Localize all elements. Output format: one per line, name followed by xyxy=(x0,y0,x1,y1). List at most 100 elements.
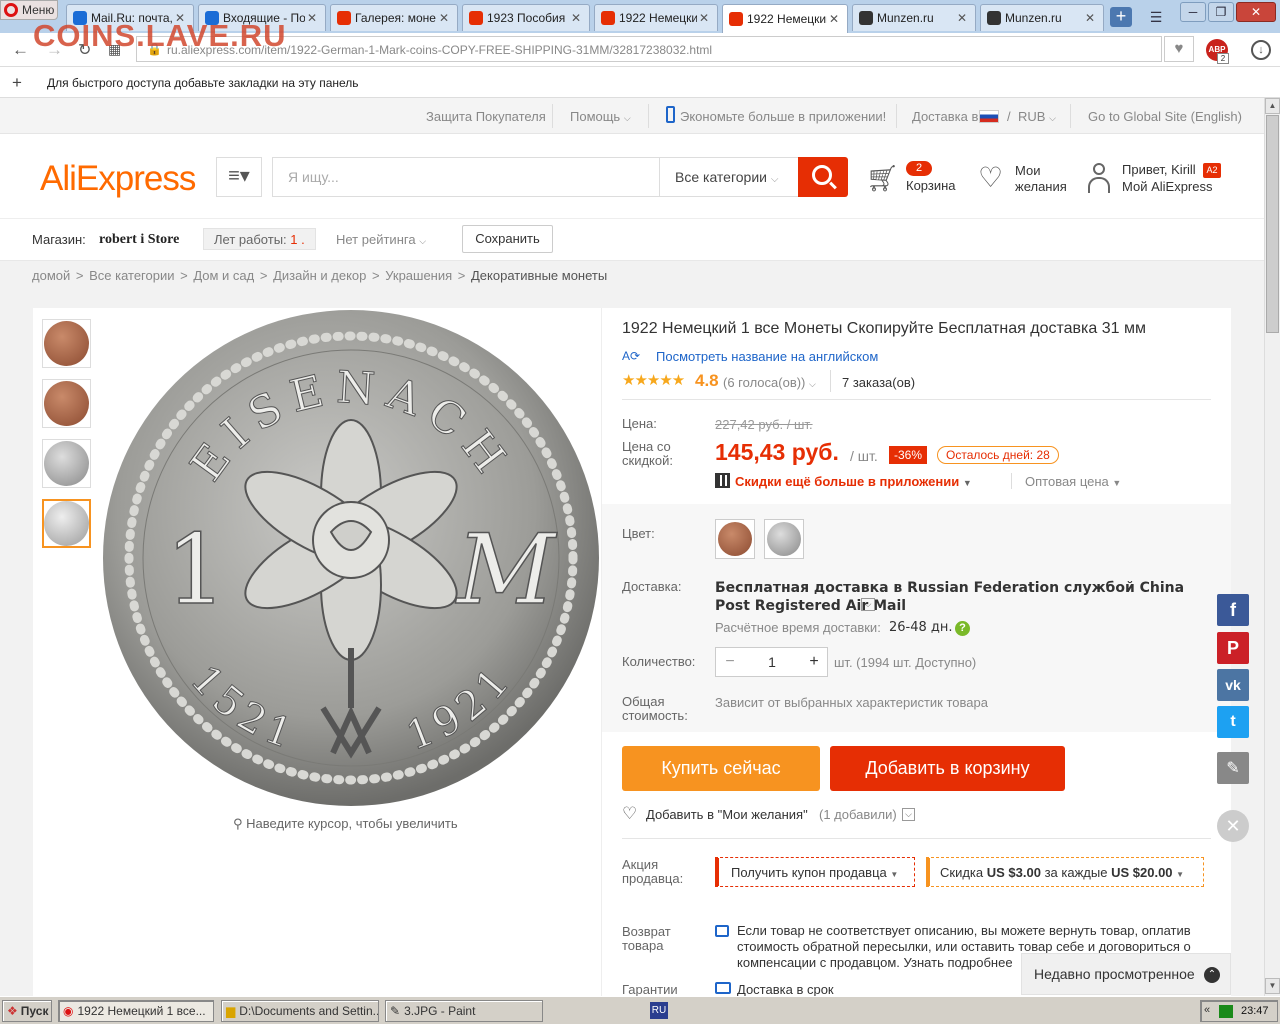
add-to-cart-button[interactable]: Добавить в корзину xyxy=(830,746,1065,791)
help-icon[interactable]: ? xyxy=(955,621,970,636)
aliexpress-logo[interactable]: AliExpress xyxy=(40,159,196,199)
delivery-text[interactable]: Бесплатная доставка в Russian Federation… xyxy=(715,579,1209,615)
translate-link[interactable]: Посмотреть название на английском xyxy=(656,349,878,364)
wholesale-link[interactable]: Оптовая цена ▼ xyxy=(1025,474,1121,489)
tab-title: Munzen.ru xyxy=(1005,11,1062,25)
scroll-up-arrow-icon[interactable]: ▲ xyxy=(1265,98,1280,114)
get-coupon-button[interactable]: Получить купон продавца ▼ xyxy=(715,857,915,887)
caret-down-icon: ▼ xyxy=(1176,870,1185,879)
close-tab-icon[interactable]: ✕ xyxy=(697,11,711,25)
buyer-protection-link[interactable]: Защита Покупателя xyxy=(426,109,546,124)
global-site-link[interactable]: Go to Global Site (English) xyxy=(1088,109,1242,124)
url-input[interactable]: 🔒 ru.aliexpress.com/item/1922-German-1-M… xyxy=(136,36,1162,62)
close-share-icon[interactable]: ✕ xyxy=(1217,810,1249,842)
translate-icon: A⟳ xyxy=(622,349,641,363)
thumbnail-3[interactable] xyxy=(42,439,91,488)
twitter-share-icon[interactable]: t xyxy=(1217,706,1249,738)
recently-viewed-panel[interactable]: Недавно просмотренное ⌃ xyxy=(1021,953,1231,995)
breadcrumb-item[interactable]: домой xyxy=(32,268,70,283)
tab-menu-icon[interactable]: ☰ xyxy=(1146,9,1166,25)
breadcrumb-item[interactable]: Украшения xyxy=(385,268,452,283)
edit-feedback-icon[interactable]: ✎ xyxy=(1217,752,1249,784)
start-label: Пуск xyxy=(20,1004,49,1018)
taskbar-item-paint[interactable]: ✎ 3.JPG - Paint xyxy=(385,1000,543,1022)
decrease-quantity-button[interactable]: − xyxy=(716,648,744,676)
close-tab-icon[interactable]: ✕ xyxy=(437,11,451,25)
breadcrumb-separator: > xyxy=(176,268,192,283)
language-indicator[interactable]: RU xyxy=(650,1002,668,1019)
rating-dropdown[interactable]: Нет рейтинга ⌵ xyxy=(336,232,426,247)
browser-tab[interactable]: 1922 Немецкий ✕ xyxy=(594,4,718,31)
download-icon[interactable]: ↓ xyxy=(1251,40,1271,60)
breadcrumb-item[interactable]: Все категории xyxy=(89,268,174,283)
search-input[interactable]: Я ищу... xyxy=(272,157,660,197)
facebook-share-icon[interactable]: f xyxy=(1217,594,1249,626)
search-button[interactable] xyxy=(798,157,848,197)
pinterest-share-icon[interactable]: P xyxy=(1217,632,1249,664)
opera-menu-button[interactable]: Меню xyxy=(0,0,58,20)
thumbnail-4[interactable] xyxy=(42,499,91,548)
browser-tab[interactable]: 1923 Пособия п ✕ xyxy=(462,4,590,31)
close-window-button[interactable]: ✕ xyxy=(1236,2,1276,22)
back-icon[interactable]: ← xyxy=(12,40,29,60)
increase-quantity-button[interactable]: + xyxy=(800,648,828,676)
close-tab-icon[interactable]: ✕ xyxy=(827,12,841,26)
cart-icon[interactable]: 🛒︎ xyxy=(866,163,899,194)
browser-tab[interactable]: 1922 Немецкий ✕ xyxy=(722,4,848,33)
help-menu[interactable]: Помощь ⌵ xyxy=(570,109,631,124)
heart-icon[interactable]: ♡ xyxy=(978,161,1003,194)
tray-expand-icon[interactable]: « xyxy=(1204,1004,1210,1016)
color-option-copper[interactable] xyxy=(715,519,755,559)
my-account-link[interactable]: Мой AliExpress xyxy=(1122,179,1213,194)
breadcrumb-item[interactable]: Дом и сад xyxy=(193,268,254,283)
close-tab-icon[interactable]: ✕ xyxy=(569,11,583,25)
chevron-down-icon[interactable]: ⌵ xyxy=(861,598,875,611)
greeting[interactable]: Привет, Kirill xyxy=(1122,162,1196,177)
cart-label[interactable]: Корзина xyxy=(906,178,956,193)
start-button[interactable]: ❖ Пуск xyxy=(2,1000,52,1022)
wishlist-line1[interactable]: Мои xyxy=(1015,163,1040,178)
rating-votes-link[interactable]: (6 голоса(ов)) ⌵ xyxy=(723,375,816,390)
category-select[interactable]: Все категории ⌵ xyxy=(659,157,799,197)
wishlist-heart-icon[interactable]: ♡ xyxy=(622,804,637,824)
thumbnail-1[interactable] xyxy=(42,319,91,368)
app-discount-link[interactable]: Скидки ещё больше в приложении ▼ xyxy=(735,474,972,489)
thumbnail-2[interactable] xyxy=(42,379,91,428)
add-to-wishlist-link[interactable]: Добавить в "Мои желания" xyxy=(646,807,808,822)
scroll-thumb[interactable] xyxy=(1266,115,1279,333)
store-name-link[interactable]: robert i Store xyxy=(99,232,179,248)
browser-tab[interactable]: Munzen.ru ✕ xyxy=(980,4,1104,31)
quantity-input[interactable]: 1 xyxy=(744,648,800,676)
tray-app-icon[interactable] xyxy=(1219,1005,1233,1018)
vk-share-icon[interactable]: vk xyxy=(1217,669,1249,701)
breadcrumb-item[interactable]: Дизайн и декор xyxy=(273,268,366,283)
page-scrollbar[interactable]: ▲ ▼ xyxy=(1264,98,1280,996)
save-store-button[interactable]: Сохранить xyxy=(462,225,553,253)
buy-now-button[interactable]: Купить сейчас xyxy=(622,746,820,791)
close-tab-icon[interactable]: ✕ xyxy=(305,11,319,25)
close-tab-icon[interactable]: ✕ xyxy=(955,11,969,25)
close-tab-icon[interactable]: ✕ xyxy=(1083,11,1097,25)
browser-tab[interactable]: Галерея: моне ✕ xyxy=(330,4,458,31)
ship-to-label[interactable]: Доставка в xyxy=(912,109,978,124)
minimize-button[interactable]: ─ xyxy=(1180,2,1206,22)
new-tab-button[interactable]: + xyxy=(1110,7,1132,27)
bookmark-heart-icon[interactable]: ♥ xyxy=(1164,36,1194,62)
taskbar-item-explorer[interactable]: ▆ D:\Documents and Settin... xyxy=(221,1000,379,1022)
taskbar-item-browser[interactable]: ◉ 1922 Немецкий 1 все... xyxy=(58,1000,214,1022)
tab-title: Галерея: моне xyxy=(355,11,436,25)
categories-menu-icon[interactable]: ≡▾ xyxy=(216,157,262,197)
tab-favicon-icon xyxy=(859,11,873,25)
add-bookmark-icon[interactable]: + xyxy=(12,73,22,93)
scroll-down-arrow-icon[interactable]: ▼ xyxy=(1265,978,1280,994)
main-product-image[interactable]: EISENACH 1 M 1521 1921 xyxy=(101,308,601,808)
color-option-silver[interactable] xyxy=(764,519,804,559)
store-discount-badge[interactable]: Скидка US $3.00 за каждые US $20.00 ▼ xyxy=(926,857,1204,887)
currency-select[interactable]: RUB ⌵ xyxy=(1018,109,1056,124)
wishlist-line2[interactable]: желания xyxy=(1015,179,1067,194)
user-icon[interactable] xyxy=(1087,163,1111,195)
app-promo-link[interactable]: Экономьте больше в приложении! xyxy=(680,109,886,124)
chevron-down-icon[interactable]: ⌵ xyxy=(902,808,915,821)
browser-tab[interactable]: Munzen.ru ✕ xyxy=(852,4,976,31)
maximize-button[interactable]: ❐ xyxy=(1208,2,1234,22)
